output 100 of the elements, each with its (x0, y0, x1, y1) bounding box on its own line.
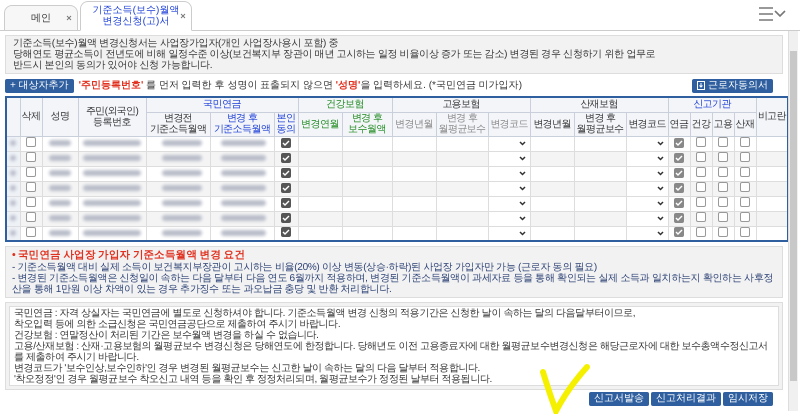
checkbox[interactable] (696, 152, 706, 162)
chevron-down-icon (518, 230, 526, 236)
checkbox[interactable] (718, 182, 728, 192)
blurred-text (83, 214, 141, 221)
close-icon[interactable] (180, 13, 186, 19)
checkbox[interactable] (740, 152, 750, 162)
checkbox[interactable] (740, 197, 750, 207)
checkbox[interactable] (26, 226, 36, 237)
add-person-button[interactable]: + 대상자추가 (5, 78, 74, 92)
checkbox[interactable] (718, 137, 728, 147)
checkbox[interactable] (281, 227, 292, 238)
checkbox[interactable] (740, 182, 750, 192)
blurred-text (83, 154, 141, 161)
checkbox[interactable] (674, 227, 684, 238)
chevron-down-icon (518, 141, 526, 146)
tab[interactable]: 기준소득(보수)월액 변경신청(고)서 (80, 1, 192, 31)
checkbox[interactable] (696, 182, 706, 192)
checkbox[interactable] (696, 197, 706, 207)
checkbox[interactable] (740, 137, 750, 147)
blurred-text (162, 154, 202, 161)
menu-icon[interactable] (758, 6, 786, 22)
group-header: 신고기관 (668, 97, 756, 112)
checkbox[interactable] (718, 197, 728, 207)
checkbox[interactable] (281, 168, 292, 178)
blurred-text (83, 184, 141, 191)
checkbox[interactable] (281, 182, 292, 192)
blurred-text (83, 230, 141, 236)
group-header: 산재보험 (530, 97, 668, 112)
action-button[interactable]: 임시저장 (723, 392, 773, 406)
blurred-text (10, 170, 16, 176)
column-header: 변경 후 기준소득월액 (210, 112, 274, 136)
checkbox[interactable] (740, 167, 750, 177)
blurred-text (162, 184, 202, 191)
group-header: 국민연금 (146, 97, 298, 112)
checkbox[interactable] (718, 226, 728, 237)
checkbox[interactable] (281, 138, 292, 148)
checkbox[interactable] (740, 226, 750, 237)
blurred-text (49, 214, 71, 221)
column-header: 본인 동의 (274, 112, 298, 136)
checkbox[interactable] (26, 212, 36, 222)
blurred-text (10, 200, 16, 206)
scrollbar[interactable] (788, 31, 798, 411)
blurred-text (10, 230, 16, 236)
blurred-text (83, 170, 141, 176)
checkbox[interactable] (26, 137, 36, 147)
checkbox[interactable] (674, 198, 684, 208)
blurred-text (220, 140, 266, 146)
checkbox[interactable] (26, 167, 36, 177)
blurred-text (49, 184, 71, 191)
checkbox[interactable] (26, 182, 36, 192)
blurred-text (83, 140, 141, 146)
chevron-down-icon (656, 216, 664, 221)
checkbox[interactable] (281, 198, 292, 208)
column-header: 건강 (690, 112, 712, 136)
action-button[interactable]: 신고처리결과 (651, 392, 721, 406)
column-header: 비고란 (756, 97, 788, 136)
consent-form-button[interactable]: 근로자동의서 (692, 78, 773, 92)
checkbox[interactable] (696, 167, 706, 177)
checkbox[interactable] (696, 212, 706, 222)
chevron-down-icon (518, 171, 526, 176)
checkbox[interactable] (740, 212, 750, 222)
blurred-text (220, 200, 266, 206)
blurred-text (220, 154, 266, 161)
checkbox[interactable] (696, 226, 706, 237)
info-text: 당해연도 평균소득이 전년도에 비해 일정수준 이상(보건복지부 장관이 매년 고시하는 일정 비율이상 증가 또는 감소) 변경된 경우 신청하기 위한 업무로 (13, 49, 656, 60)
blurred-text (49, 170, 71, 176)
info-text: 기준소득(보수)월액 변경신청서는 사업장가입자(개인 사업장사용시 포함) 중 (13, 38, 340, 49)
checkbox[interactable] (281, 212, 292, 222)
requirement-text: - 변경된 기준소득월액은 신청일이 속하는 다음 달부터 다음 연도 6월까지 적용하며, 변경된 기준소득월액이 과세자료 등을 통해 확인되는 실제 소득과 일치하는지 확인하는 사후정산을 통해 1만원 이상 차액이 있는 경우 추가징수 또는 과오납금 충당 및 반환 처리합니다. (12, 273, 774, 295)
blurred-text (220, 170, 266, 176)
checkbox[interactable] (26, 197, 36, 207)
tab[interactable]: 메인 (4, 5, 78, 31)
column-header: 변경년월 (530, 112, 574, 136)
blurred-text (49, 230, 71, 236)
checkbox[interactable] (674, 168, 684, 178)
chevron-down-icon (518, 156, 526, 161)
requirement-text: - 기준소득월액 대비 실제 소득이 보건복지부장관이 고시하는 비율(20%) 이상 변동(상승·하락)된 사업장 가입자만 가능 (근로자 동의 필요) (12, 262, 598, 273)
blurred-text (10, 140, 16, 146)
checkbox[interactable] (281, 152, 292, 162)
close-icon[interactable] (66, 15, 72, 21)
checkbox[interactable] (26, 152, 36, 162)
checkbox[interactable] (674, 138, 684, 148)
checkbox[interactable] (696, 137, 706, 147)
checkbox[interactable] (718, 167, 728, 177)
column-header: 변경년월 (392, 112, 436, 136)
action-button[interactable]: 신고서발송 (589, 392, 649, 406)
checkbox[interactable] (718, 152, 728, 162)
checkbox[interactable] (718, 212, 728, 222)
blurred-text (220, 230, 266, 236)
checkbox[interactable] (674, 182, 684, 192)
note-text: '착오정정'인 경우 월평균보수 착오신고 내역 등을 확인 후 정정처리되며, 월평균보수가 정정된 날부터 적용됩니다. (14, 374, 493, 385)
blurred-text (162, 200, 202, 206)
download-icon (697, 81, 705, 90)
column-header: 연금 (668, 112, 690, 136)
note-text: 변경코드가 '보수인상,보수인하'인 경우 변경된 월평균보수는 신고한 날이 속하는 달의 다음 달부터 적용합니다. (14, 363, 481, 374)
chevron-down-icon (656, 230, 664, 236)
column-header: 변경 후 월평균보수 (574, 112, 626, 136)
checkbox[interactable] (674, 212, 684, 222)
column-header: 변경 후 보수월액 (342, 112, 392, 136)
checkbox[interactable] (674, 152, 684, 162)
